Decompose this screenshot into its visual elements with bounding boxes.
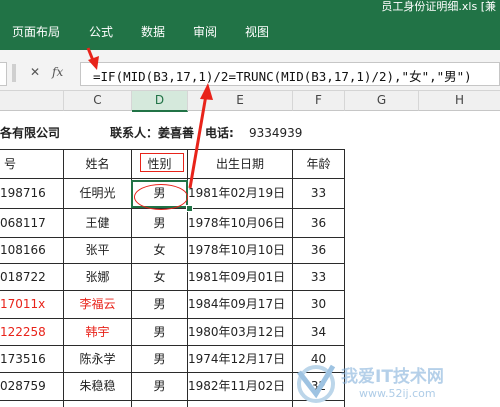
- watermark: 我爱IT技术网 www.52ij.com: [293, 360, 493, 404]
- annotation-arrows: [86, 47, 213, 189]
- watermark-logo-icon: [297, 364, 336, 403]
- arrow-to-formula-bar: [188, 83, 213, 189]
- watermark-url: www.52ij.com: [359, 387, 436, 400]
- watermark-text: 我爱IT技术网: [341, 367, 444, 387]
- arrow-to-formula: [86, 47, 99, 70]
